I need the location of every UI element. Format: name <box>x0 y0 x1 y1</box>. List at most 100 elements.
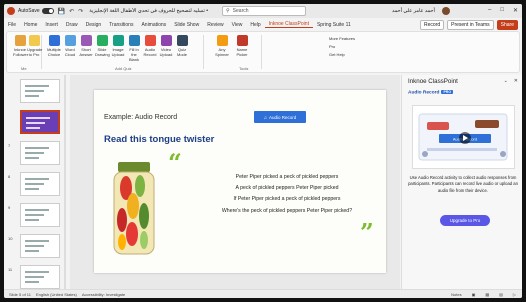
thumbnail-line <box>25 271 49 273</box>
tab-spring-suite-11[interactable]: Spring Suite 11 <box>313 22 355 28</box>
title-bar: AutoSave 💾 ↶ ↷ تسليه لتصحيح للحروف في تح… <box>4 4 522 18</box>
slide-thumbnail[interactable] <box>20 172 60 196</box>
thumbnails-scrollbar[interactable] <box>64 75 66 289</box>
group-label-me: Me <box>21 66 27 71</box>
short-answer-icon <box>80 35 92 46</box>
tongue-twister-line: Peter Piper picked a peck of pickled pep… <box>235 174 339 180</box>
ribbon-tool-label: Word Cloud <box>64 47 76 57</box>
present-in-teams-button[interactable]: Present in Teams <box>447 20 494 30</box>
pepper-red <box>126 222 138 246</box>
save-icon[interactable]: 💾 <box>58 8 65 15</box>
slide-thumbnail[interactable] <box>20 234 60 258</box>
minimize-icon[interactable]: – <box>488 7 491 14</box>
tab-animations[interactable]: Animations <box>137 22 170 28</box>
slide-drawing-icon <box>96 35 108 46</box>
thumbnail-line <box>25 214 44 216</box>
ribbon-tool-short-answer[interactable]: Short Answer <box>79 35 93 57</box>
accessibility-status[interactable]: Accessibility: Investigate <box>82 292 125 297</box>
powerpoint-logo-icon <box>7 7 15 15</box>
pro-button[interactable]: Pro <box>329 44 335 49</box>
ribbon-tool-fill-in-the-blank[interactable]: Fill in the Blank <box>127 35 141 62</box>
ribbon-tabs: File Home Insert Draw Design Transitions Anima… <box>4 18 522 31</box>
tab-help[interactable]: Help <box>246 22 264 28</box>
ribbon-tool-upgrade-to-pro[interactable]: Upgrade to Pro <box>27 35 43 57</box>
ribbon-tool-multiple-choice[interactable]: Multiple Choice <box>47 35 61 57</box>
slide-sorter-icon[interactable]: ▦ <box>485 292 489 297</box>
slide-thumbnail[interactable] <box>20 110 60 134</box>
tab-transitions[interactable]: Transitions <box>105 22 137 28</box>
more-features-button[interactable]: More Features <box>329 36 355 41</box>
thumbnail-line <box>26 117 50 119</box>
ribbon-tool-image-upload[interactable]: Image Upload <box>111 35 125 57</box>
image-upload-icon <box>112 35 124 46</box>
slide-thumbnail[interactable] <box>20 141 60 165</box>
tab-review[interactable]: Review <box>203 22 227 28</box>
tab-draw[interactable]: Draw <box>62 22 82 28</box>
slide-thumbnail[interactable] <box>20 203 60 227</box>
thumbnail-line <box>25 157 39 159</box>
tab-slide-show[interactable]: Slide Show <box>170 22 203 28</box>
thumbnail-line <box>25 90 44 92</box>
ribbon-tool-audio-record[interactable]: Audio Record <box>143 35 157 57</box>
tab-home[interactable]: Home <box>20 22 41 28</box>
ribbon-tool-slide-drawing[interactable]: Slide Drawing <box>95 35 110 57</box>
slide-thumbnail[interactable] <box>20 79 60 103</box>
ribbon-tool-label: Upgrade to Pro <box>27 47 43 57</box>
thumbnail-line <box>26 122 45 124</box>
get-help-button[interactable]: Get Help <box>329 52 345 57</box>
normal-view-icon[interactable]: ▣ <box>472 292 476 297</box>
tab-design[interactable]: Design <box>82 22 106 28</box>
tab-view[interactable]: View <box>228 22 247 28</box>
slide-thumbnail[interactable] <box>20 265 60 289</box>
video-upload-icon <box>160 35 172 46</box>
autosave-toggle[interactable] <box>41 8 54 14</box>
ribbon-separator <box>41 35 42 69</box>
reading-view-icon[interactable]: ▤ <box>499 292 503 297</box>
avatar[interactable] <box>442 7 450 15</box>
group-label-tools: Tools <box>239 66 249 71</box>
redo-icon[interactable]: ↷ <box>78 8 83 15</box>
pepper-yellow <box>127 193 139 219</box>
undo-icon[interactable]: ↶ <box>69 8 74 15</box>
share-button[interactable]: Share <box>496 20 518 30</box>
ribbon-tool-quiz-mode[interactable]: Quiz Mode <box>175 35 189 57</box>
preview-bar <box>475 120 499 128</box>
search-icon: ⚲ <box>226 8 230 14</box>
close-icon[interactable]: ✕ <box>513 7 518 14</box>
inknoe-follower-icon <box>14 35 26 46</box>
ribbon-tool-word-cloud[interactable]: Word Cloud <box>63 35 77 57</box>
jar-lid <box>118 162 150 172</box>
chevron-down-icon[interactable]: ⌄ <box>504 78 508 84</box>
tab-file[interactable]: File <box>4 22 20 28</box>
document-title: تسليه لتصحيح للحروف في تحدي الأطفال اللغ… <box>89 8 209 14</box>
slideshow-icon[interactable]: ▷ <box>513 292 516 297</box>
pepper-red <box>117 208 127 232</box>
ribbon-tool-label: Audio Record <box>143 47 157 57</box>
notes-button[interactable]: Notes <box>451 292 461 297</box>
thumbnail-line <box>25 152 44 154</box>
tab-insert[interactable]: Insert <box>41 22 62 28</box>
panel-controls: ⌄ ✕ <box>504 78 518 84</box>
tab-inknoe-classpoint[interactable]: Inknoe ClassPoint <box>264 21 313 28</box>
ribbon-tool-name-picker[interactable]: Name Picker <box>235 35 249 57</box>
ribbon-tool-any-spinner[interactable]: Any Spinner <box>215 35 229 57</box>
upgrade-to-pro-button[interactable]: Upgrade to Pro <box>440 215 490 226</box>
slide-thumbnails-panel: 7 8 9 10 11 <box>4 75 66 289</box>
thumbnail-line <box>25 85 49 87</box>
record-button[interactable]: Record <box>419 20 445 30</box>
ribbon-tool-video-upload[interactable]: Video Upload <box>159 35 173 57</box>
search-input[interactable]: ⚲ Search <box>222 6 306 16</box>
audio-record-button[interactable]: ♫ Audio Record <box>254 111 306 123</box>
user-name[interactable]: أحمد عامر علي أحمد <box>392 8 435 14</box>
maximize-icon[interactable]: □ <box>500 7 504 14</box>
language-indicator[interactable]: English (United States) <box>36 292 77 297</box>
ribbon-tool-label: Short Answer <box>79 47 93 57</box>
current-slide[interactable]: Example: Audio Record ♫ Audio Record Rea… <box>94 90 386 273</box>
pro-badge: PRO <box>441 90 454 94</box>
close-icon[interactable]: ✕ <box>514 78 518 84</box>
multiple-choice-icon <box>48 35 60 46</box>
group-label-add-quiz: Add Quiz <box>115 66 132 71</box>
audio-record-label: Audio Record <box>269 114 297 120</box>
slide-canvas: Example: Audio Record ♫ Audio Record Rea… <box>70 75 400 289</box>
ribbon-tool-inknoe-follower[interactable]: Inknoe Follower <box>13 35 28 57</box>
